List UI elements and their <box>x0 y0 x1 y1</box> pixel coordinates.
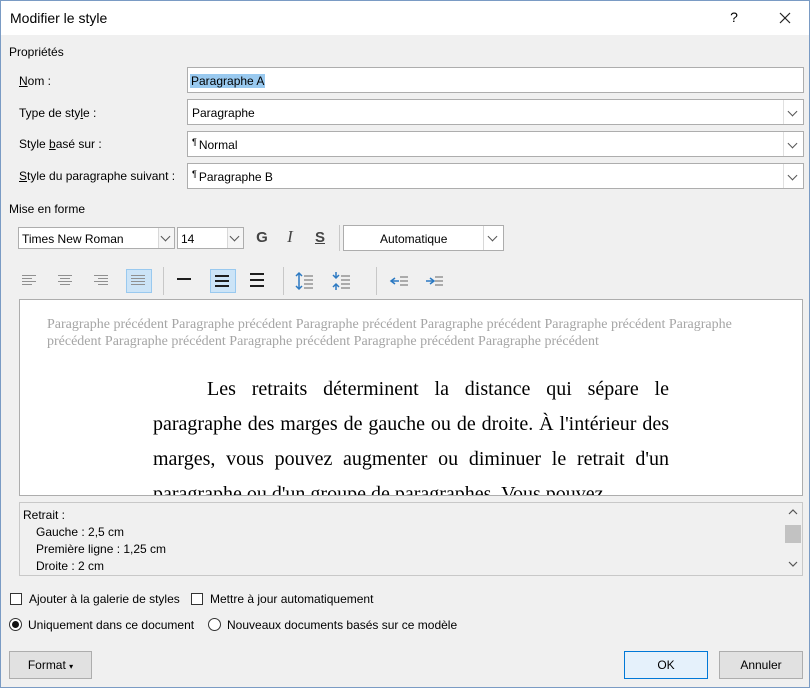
based-on-label: Style basé sur : <box>19 137 102 151</box>
chevron-down-icon <box>787 170 798 181</box>
formatting-section-title: Mise en forme <box>9 202 86 216</box>
style-type-label: Type de style : <box>19 106 97 120</box>
single-spacing-icon <box>177 278 191 282</box>
align-center-button[interactable] <box>53 269 79 293</box>
properties-section-title: Propriétés <box>9 45 64 59</box>
font-name-select[interactable]: Times New Roman <box>18 227 175 249</box>
dropdown-arrow-icon: ▾ <box>69 662 74 671</box>
format-button-label: Format <box>27 658 66 672</box>
scroll-up-icon[interactable] <box>784 503 802 521</box>
font-color-select[interactable]: Automatique <box>343 225 504 251</box>
based-on-value: Normal <box>198 138 238 152</box>
format-menu-button[interactable]: Format ▾ <box>9 651 92 679</box>
ok-button[interactable]: OK <box>624 651 708 679</box>
chevron-down-icon <box>787 138 798 149</box>
style-type-value: Paragraphe <box>192 106 255 120</box>
single-spacing-button[interactable] <box>172 269 198 293</box>
align-justify-button[interactable] <box>126 269 152 293</box>
font-name-dropdown-button[interactable] <box>158 228 174 248</box>
chevron-down-icon <box>160 231 171 242</box>
description-line: Retrait : <box>23 508 66 522</box>
radio-selected-dot <box>12 621 19 628</box>
next-style-select[interactable]: ¶ Paragraphe B <box>187 163 804 189</box>
toolbar-divider <box>339 225 340 251</box>
based-on-value-wrap: ¶ Normal <box>192 137 238 152</box>
increase-paragraph-spacing-button[interactable] <box>291 269 317 293</box>
next-style-value-wrap: ¶ Paragraphe B <box>192 169 273 184</box>
only-this-document-label[interactable]: Uniquement dans ce document <box>28 618 194 632</box>
decrease-indent-button[interactable] <box>386 269 412 293</box>
bold-button[interactable]: G <box>250 227 274 249</box>
based-on-dropdown-button[interactable] <box>783 132 803 156</box>
style-description: Retrait : Gauche : 2,5 cm Première ligne… <box>19 502 803 576</box>
decrease-indent-icon <box>389 276 408 286</box>
decrease-paragraph-spacing-button[interactable] <box>328 269 354 293</box>
help-button[interactable]: ? <box>725 9 743 25</box>
increase-indent-icon <box>426 276 443 286</box>
add-to-gallery-label[interactable]: Ajouter à la galerie de styles <box>29 592 180 606</box>
align-right-button[interactable] <box>89 269 115 293</box>
title-bar: Modifier le style ? <box>1 1 809 35</box>
dialog-title: Modifier le style <box>10 10 108 26</box>
align-justify-icon <box>131 275 145 287</box>
only-this-document-radio[interactable] <box>9 618 22 631</box>
close-icon <box>779 12 791 24</box>
scrollbar-thumb[interactable] <box>785 525 801 543</box>
description-line: Première ligne : 1,25 cm <box>36 542 167 556</box>
font-size-select[interactable]: 14 <box>177 227 244 249</box>
new-documents-radio[interactable] <box>208 618 221 631</box>
new-documents-label[interactable]: Nouveaux documents basés sur ce modèle <box>227 618 457 632</box>
chevron-down-icon <box>787 106 798 117</box>
font-size-dropdown-button[interactable] <box>227 228 243 248</box>
font-color-value: Automatique <box>380 232 448 246</box>
decrease-spacing-icon <box>332 272 350 290</box>
style-preview: Paragraphe précédent Paragraphe précéden… <box>19 299 803 496</box>
next-style-value: Paragraphe B <box>198 170 273 184</box>
align-right-icon <box>94 275 108 287</box>
name-input[interactable]: Paragraphe A <box>187 67 804 93</box>
chevron-down-icon <box>487 231 498 242</box>
description-scrollbar[interactable] <box>784 503 802 575</box>
name-label: Nom : <box>19 74 52 88</box>
toolbar-divider <box>376 267 377 295</box>
one-half-spacing-button[interactable] <box>210 269 236 293</box>
close-button[interactable] <box>771 5 799 31</box>
style-type-dropdown-button[interactable] <box>783 100 803 124</box>
add-to-gallery-checkbox[interactable] <box>10 593 22 605</box>
align-left-button[interactable] <box>17 269 43 293</box>
cancel-button[interactable]: Annuler <box>719 651 803 679</box>
italic-button[interactable]: I <box>278 226 302 248</box>
paragraph-style-icon: ¶ <box>192 137 197 147</box>
align-center-icon <box>58 275 72 287</box>
font-color-dropdown-button[interactable] <box>483 226 503 250</box>
align-left-icon <box>22 275 36 287</box>
preview-previous-paragraph: Paragraphe précédent Paragraphe précéden… <box>47 317 732 349</box>
chevron-down-icon <box>229 231 240 242</box>
name-value: Paragraphe A <box>190 74 266 88</box>
toolbar-divider <box>283 267 284 295</box>
scroll-down-icon[interactable] <box>784 555 802 573</box>
double-spacing-button[interactable] <box>245 269 271 293</box>
based-on-select[interactable]: ¶ Normal <box>187 131 804 157</box>
next-style-label: Style du paragraphe suivant : <box>19 169 176 183</box>
modify-style-dialog: Modifier le style ? Propriétés Nom : Par… <box>0 0 810 688</box>
style-type-select[interactable]: Paragraphe <box>187 99 804 125</box>
toolbar-divider <box>163 267 164 295</box>
double-spacing-icon <box>250 273 264 290</box>
one-half-spacing-icon <box>215 275 229 290</box>
paragraph-style-icon: ¶ <box>192 169 197 179</box>
preview-sample-paragraph: Les retraits déterminent la distance qui… <box>153 378 669 496</box>
underline-button[interactable]: S <box>308 227 332 249</box>
increase-indent-button[interactable] <box>421 269 447 293</box>
increase-spacing-icon <box>295 271 313 291</box>
font-size-value: 14 <box>181 232 195 246</box>
font-name-value: Times New Roman <box>22 232 124 246</box>
next-style-dropdown-button[interactable] <box>783 164 803 188</box>
auto-update-checkbox[interactable] <box>191 593 203 605</box>
description-line: Droite : 2 cm <box>36 559 105 573</box>
description-line: Gauche : 2,5 cm <box>36 525 125 539</box>
auto-update-label[interactable]: Mettre à jour automatiquement <box>210 592 373 606</box>
